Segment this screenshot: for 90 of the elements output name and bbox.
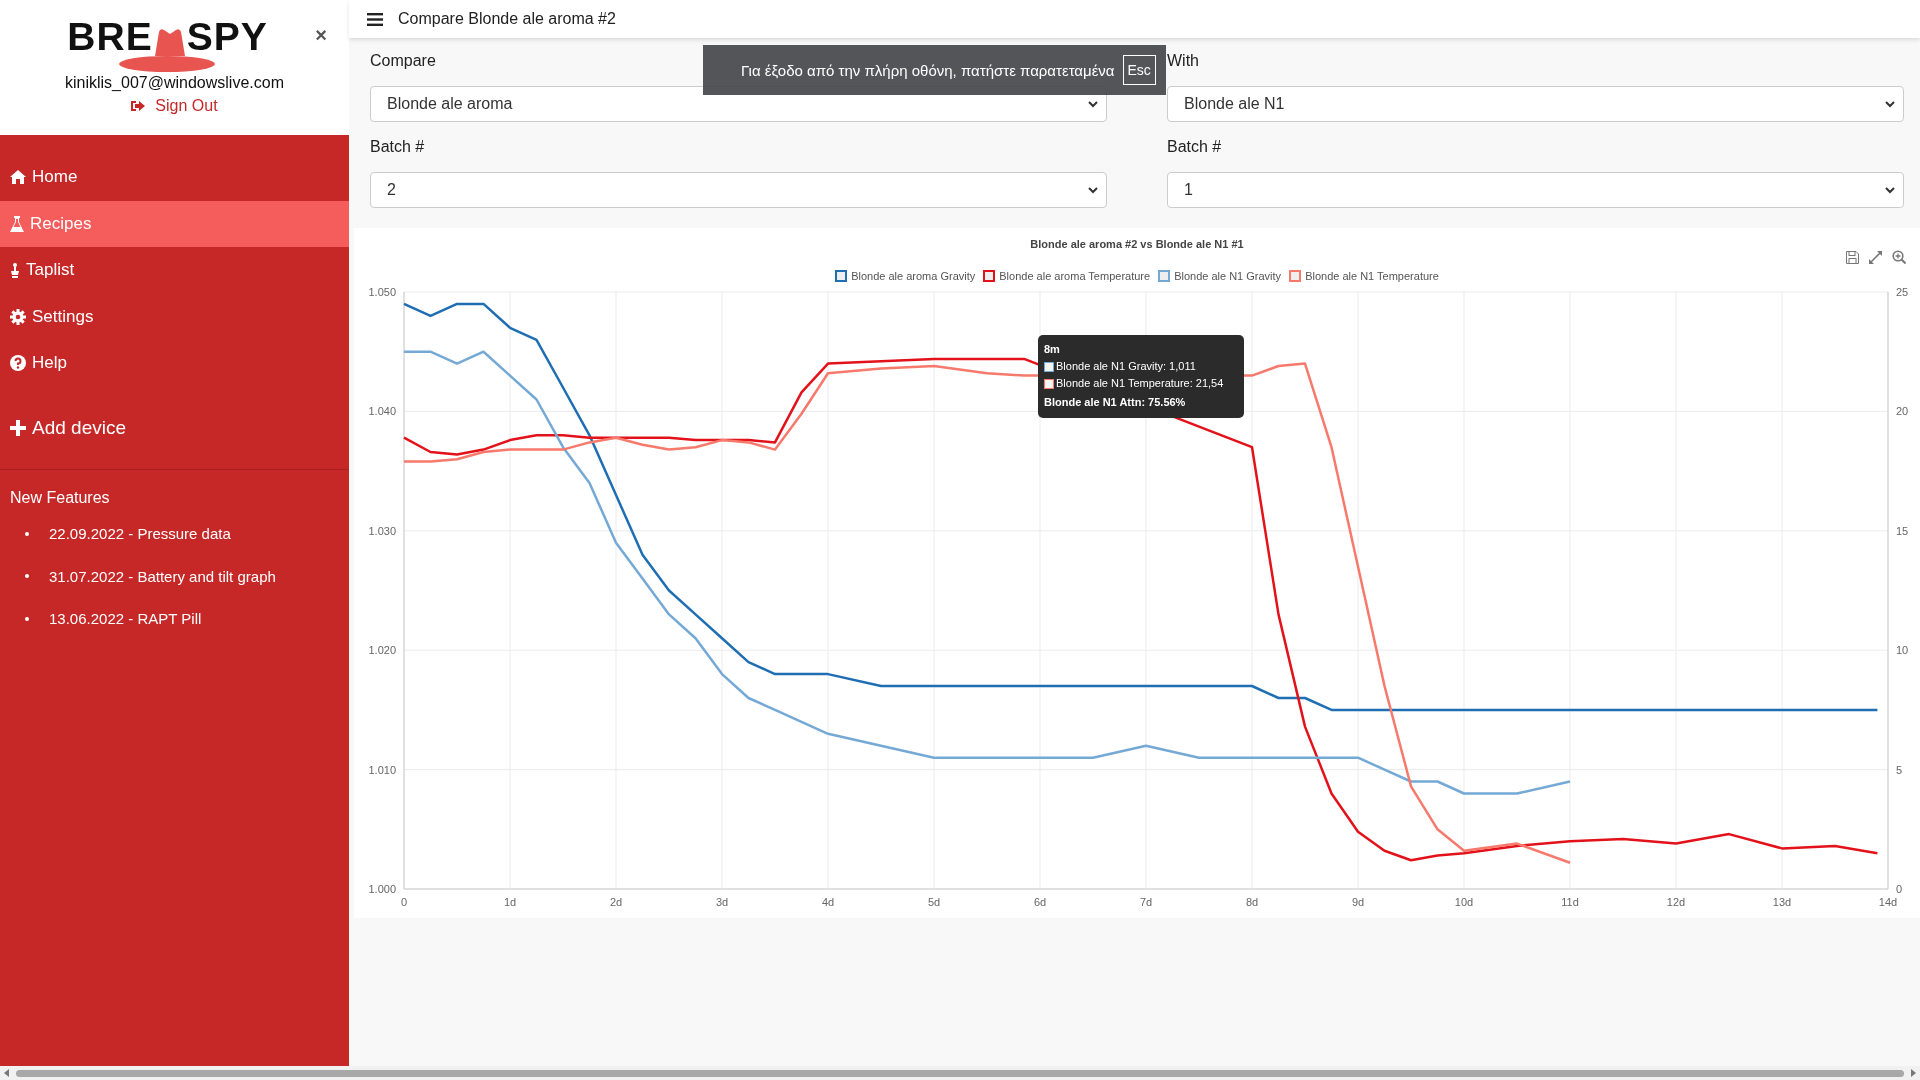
tooltip-text: Blonde ale N1 Temperature: 21,54 [1056,376,1224,391]
key-hint: Esc [1122,55,1156,85]
page-title: Compare Blonde ale aroma #2 [398,10,616,28]
save-button[interactable] [1846,250,1859,264]
logo-text: SPY [186,18,268,56]
sign-out-link[interactable]: Sign Out [131,97,218,115]
axis-tick-label: 6d [1033,896,1047,908]
scroll-left-icon [4,1069,10,1077]
flask-icon [10,215,24,232]
axis-tick-label: 1.050 [368,286,396,298]
tap-icon [10,262,20,279]
axis-tick-label: 14d [1878,896,1898,908]
axis-tick-label: 5d [927,896,941,908]
axis-tick-label: 5 [1896,763,1903,776]
zoom-in-icon [1892,250,1906,264]
field-label: Batch # [370,138,425,156]
nav-item[interactable]: Taplist [0,247,349,294]
gear-icon [10,308,26,325]
legend-swatch[interactable] [983,270,996,282]
bullet-icon [25,531,29,536]
chevron-down-icon [1885,100,1895,108]
chevron-down-icon [1088,186,1098,194]
axis-tick-label: 0 [1896,883,1903,895]
help-icon [10,355,26,372]
axis-tick-label: 1.010 [368,763,396,776]
select-field[interactable]: 1 [1167,172,1904,208]
nav-item[interactable]: Help [0,340,349,387]
axis-tick-label: 7d [1139,896,1153,908]
logo-brim-icon [119,56,216,72]
toast-text: Για έξοδο από την πλήρη οθόνη, πατήστε παρατεταμένα [741,61,1115,79]
axis-tick-label: 11d [1561,896,1579,908]
axis-tick-label: 15 [1896,524,1909,537]
scroll-right-icon [1910,1069,1916,1077]
home-icon [10,170,26,185]
chevron-down-icon [1885,186,1895,194]
tooltip-text: Blonde ale N1 Gravity: 1,011 [1056,359,1196,374]
section-heading: New Features [10,488,111,507]
bullet-icon [25,616,29,621]
axis-tick-label: 25 [1896,286,1909,298]
axis-tick-label: 0 [400,896,408,908]
feature-item: 31.07.2022 - Battery and tilt graph [49,567,276,585]
menu-icon [367,12,383,26]
feature-item: 13.06.2022 - RAPT Pill [49,610,202,628]
save-icon [1846,250,1859,264]
axis-tick-label: 3d [715,896,729,908]
axis-tick-label: 1.000 [368,883,396,895]
field-label: Batch # [1167,138,1222,156]
tooltip-footer: Blonde ale N1 Attn: 75.56% [1044,394,1238,411]
chart-title: Blonde ale aroma #2 vs Blonde ale N1 #1 [1030,238,1244,252]
menu-button[interactable] [367,12,383,26]
fullscreen-button[interactable] [1869,250,1882,264]
logo-text: BRE [67,18,153,56]
axis-tick-label: 1.030 [368,524,396,537]
axis-tick-label: 9d [1351,896,1365,908]
axis-tick-label: 8d [1245,896,1259,908]
legend-swatch[interactable] [1289,270,1302,282]
expand-icon [1869,250,1882,264]
axis-tick-label: 2d [609,896,623,908]
legend-swatch[interactable] [835,270,848,282]
legend-label[interactable]: Blonde ale aroma Temperature [999,270,1151,282]
nav-item[interactable]: Settings [0,293,349,340]
chevron-down-icon [1088,100,1098,108]
axis-tick-label: 4d [821,896,835,908]
axis-tick-label: 20 [1896,405,1909,418]
bullet-icon [25,574,29,579]
legend-label[interactable]: Blonde ale N1 Temperature [1305,270,1439,282]
field-label: Compare [370,52,436,70]
axis-tick-label: 10 [1896,644,1909,657]
tooltip-title: 8m [1044,342,1061,357]
user-email: kiniklis_007@windowslive.com [65,74,284,92]
axis-tick-label: 12d [1666,896,1686,908]
axis-tick-label: 1d [503,896,517,908]
legend-label[interactable]: Blonde ale aroma Gravity [851,270,976,282]
select-field[interactable]: 2 [370,172,1107,208]
field-label: With [1167,52,1199,70]
axis-tick-label: 1.040 [368,405,396,418]
close-button[interactable]: × [315,24,327,47]
nav-item[interactable]: Home [0,154,349,201]
sign-out-icon [131,100,146,112]
plus-icon [10,419,26,436]
zoom-button[interactable] [1892,250,1906,264]
feature-item: 22.09.2022 - Pressure data [49,525,231,543]
axis-tick-label: 10d [1454,896,1474,908]
axis-tick-label: 13d [1772,896,1792,908]
nav-item[interactable]: Add device [0,404,349,451]
legend-swatch[interactable] [1158,270,1171,282]
axis-tick-label: 1.020 [368,644,396,657]
select-field[interactable]: Blonde ale N1 [1167,86,1904,122]
legend-label[interactable]: Blonde ale N1 Gravity [1174,270,1282,282]
logo-hat-icon [152,26,187,56]
